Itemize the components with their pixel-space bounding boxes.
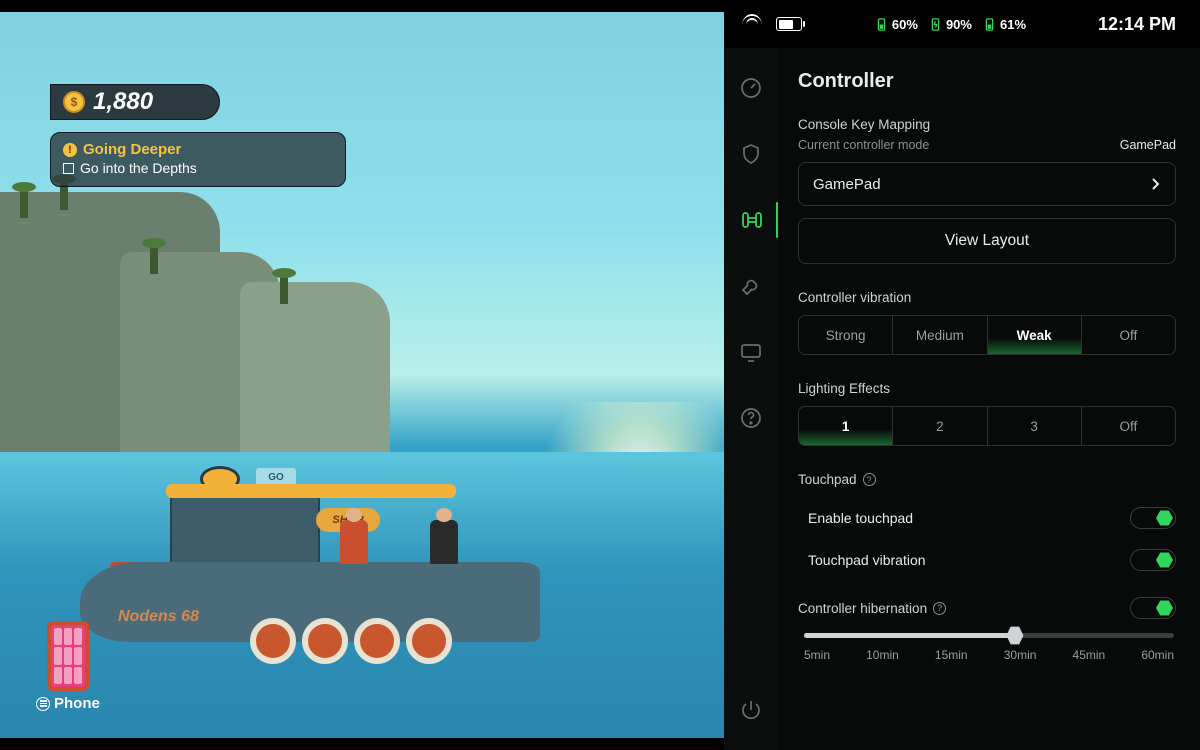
battery-indicator: 60% xyxy=(874,17,918,32)
touchpad-label: Touchpad xyxy=(798,472,857,487)
phone-label: Phone xyxy=(54,695,100,712)
hibernation-toggle[interactable] xyxy=(1130,597,1176,619)
quest-hud: ! Going Deeper Go into the Depths xyxy=(50,132,346,187)
boat-name: Nodens 68 xyxy=(118,608,199,626)
touchpad-vibration-label: Touchpad vibration xyxy=(808,552,926,568)
shield-icon[interactable] xyxy=(739,142,763,166)
segment-option[interactable]: Strong xyxy=(799,316,893,354)
wrench-icon[interactable] xyxy=(739,274,763,298)
segment-option[interactable]: Weak xyxy=(988,316,1082,354)
hibernation-slider[interactable]: 5min 10min 15min 30min 45min 60min xyxy=(798,633,1176,662)
coin-icon: $ xyxy=(63,91,85,113)
lighting-label: Lighting Effects xyxy=(798,381,1176,396)
power-icon[interactable] xyxy=(739,698,763,722)
view-layout-button[interactable]: View Layout xyxy=(798,218,1176,264)
character[interactable] xyxy=(430,520,458,564)
slider-thumb[interactable] xyxy=(1006,626,1023,645)
boat-cabin xyxy=(170,494,320,564)
system-battery-icon xyxy=(776,17,802,31)
segment-option[interactable]: Off xyxy=(1082,407,1175,445)
help-icon[interactable]: ? xyxy=(933,602,946,615)
lighting-segmented: 123Off xyxy=(798,406,1176,446)
controller-settings-panel: Controller Console Key Mapping Current c… xyxy=(778,48,1200,750)
quest-title: Going Deeper xyxy=(83,141,181,158)
segment-option[interactable]: Off xyxy=(1082,316,1175,354)
slider-tick: 10min xyxy=(866,648,899,662)
help-icon[interactable]: ? xyxy=(863,473,876,486)
slider-tick: 5min xyxy=(804,648,830,662)
segment-option[interactable]: 1 xyxy=(799,407,893,445)
life-buoys xyxy=(250,618,452,664)
mode-label: Current controller mode xyxy=(798,138,929,152)
controller-batteries: 60% 90% 61% xyxy=(874,17,1026,32)
chevron-right-icon xyxy=(1151,177,1161,191)
vibration-segmented: StrongMediumWeakOff xyxy=(798,315,1176,355)
controller-icon[interactable] xyxy=(739,208,763,232)
vibration-label: Controller vibration xyxy=(798,290,1176,305)
enable-touchpad-label: Enable touchpad xyxy=(808,510,913,526)
alert-icon: ! xyxy=(63,143,77,157)
game-viewport: $ 1,880 ! Going Deeper Go into the Depth… xyxy=(0,12,724,738)
phone-icon xyxy=(47,621,89,691)
quest-objective: Go into the Depths xyxy=(80,160,197,176)
panel-title: Controller xyxy=(798,70,1176,93)
wifi-icon xyxy=(742,17,762,31)
tree xyxy=(20,188,28,218)
menu-icon xyxy=(36,697,50,711)
phone-button[interactable]: Phone xyxy=(36,621,100,712)
character[interactable] xyxy=(340,520,368,564)
terrain xyxy=(240,282,390,472)
slider-tick: 15min xyxy=(935,648,968,662)
settings-nav-strip xyxy=(724,48,778,750)
segment-option[interactable]: 3 xyxy=(988,407,1082,445)
currency-value: 1,880 xyxy=(93,88,153,116)
segment-option[interactable]: Medium xyxy=(893,316,987,354)
help-icon[interactable] xyxy=(739,406,763,430)
hibernation-label: Controller hibernation xyxy=(798,601,927,616)
status-bar: 60% 90% 61% 12:14 PM xyxy=(724,0,1200,48)
touchpad-vibration-toggle[interactable] xyxy=(1130,549,1176,571)
segment-option[interactable]: 2 xyxy=(893,407,987,445)
mode-value: GamePad xyxy=(1120,138,1176,152)
mode-selector[interactable]: GamePad xyxy=(798,162,1176,206)
tree xyxy=(280,274,288,304)
slider-tick: 45min xyxy=(1073,648,1106,662)
checkbox-icon xyxy=(63,163,74,174)
slider-tick: 60min xyxy=(1141,648,1174,662)
enable-touchpad-toggle[interactable] xyxy=(1130,507,1176,529)
slider-tick: 30min xyxy=(1004,648,1037,662)
tree xyxy=(150,244,158,274)
display-icon[interactable] xyxy=(739,340,763,364)
battery-indicator-charging: 90% xyxy=(928,17,972,32)
gauge-icon[interactable] xyxy=(739,76,763,100)
currency-hud: $ 1,880 xyxy=(50,84,220,120)
battery-indicator: 61% xyxy=(982,17,1026,32)
clock: 12:14 PM xyxy=(1098,14,1176,35)
boat: GO SHOP Nodens 68 xyxy=(80,452,560,682)
keymap-heading: Console Key Mapping xyxy=(798,117,1176,132)
